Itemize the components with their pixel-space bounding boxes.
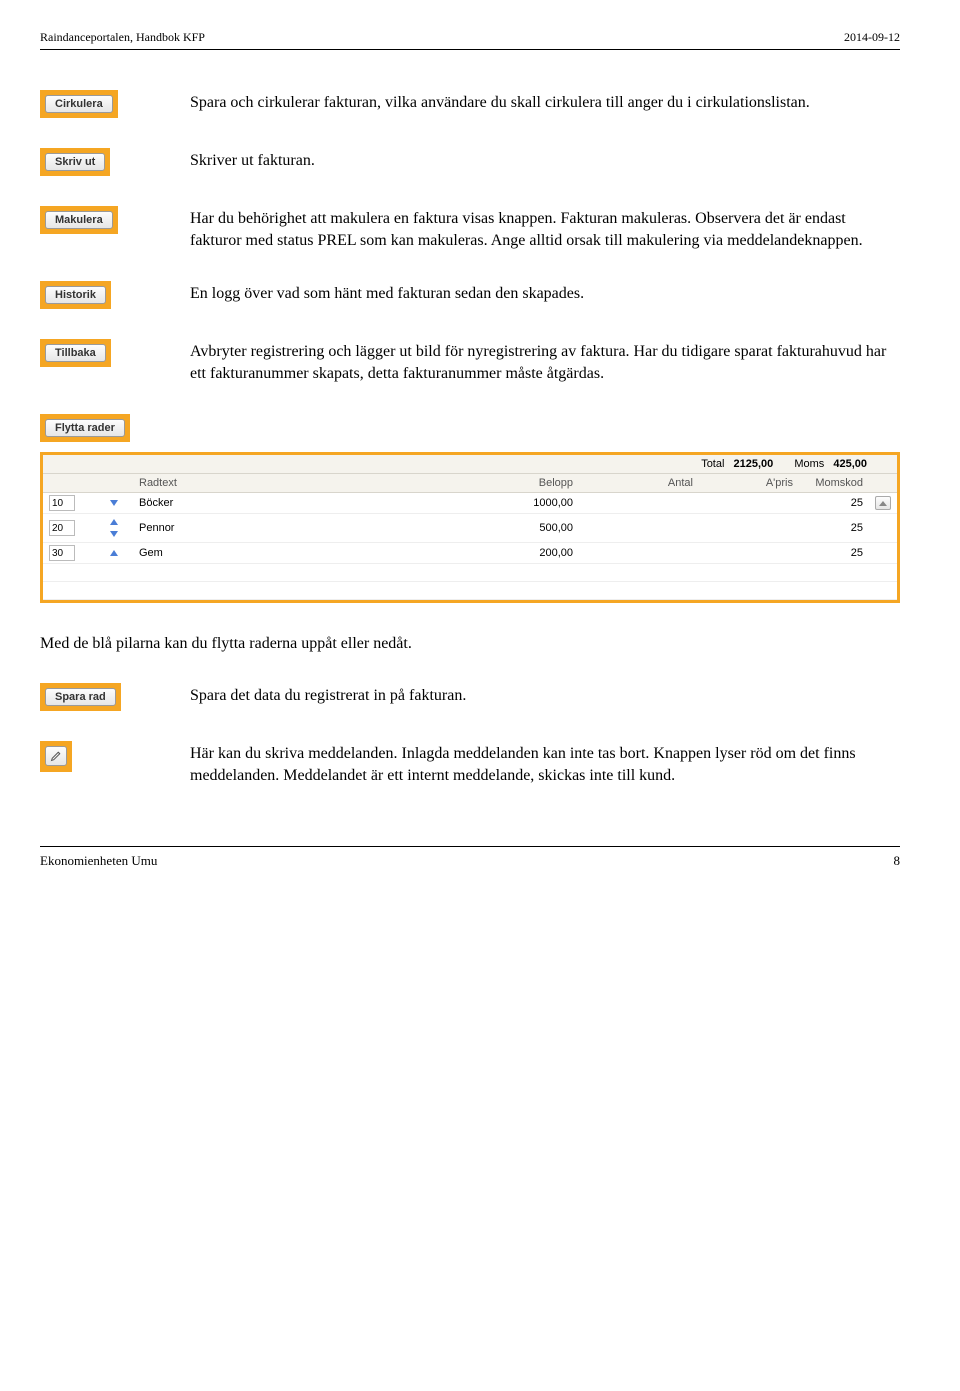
cell-radtext: Pennor [133, 514, 459, 543]
makulera-description: Har du behörighet att makulera en faktur… [190, 206, 900, 251]
cell-apris [699, 514, 799, 543]
header-right: 2014-09-12 [844, 30, 900, 45]
cell-moms: 25 [799, 514, 869, 543]
footer-left: Ekonomienheten Umu [40, 853, 157, 869]
skrivut-description: Skriver ut fakturan. [190, 148, 900, 172]
total-label: Total [701, 458, 724, 470]
cell-antal [579, 543, 699, 564]
row-number-input[interactable] [49, 545, 75, 561]
row-action-button[interactable] [875, 496, 891, 510]
rows-table: Radtext Belopp Antal A'pris Momskod B [43, 474, 897, 600]
body-text-arrows: Med de blå pilarna kan du flytta raderna… [40, 633, 900, 655]
makulera-button[interactable]: Makulera [45, 211, 113, 229]
table-row: Gem 200,00 25 [43, 543, 897, 564]
flytta-rader-button[interactable]: Flytta rader [45, 419, 125, 437]
moms-value: 425,00 [833, 458, 867, 470]
th-momskod: Momskod [799, 474, 869, 493]
skriv-ut-button[interactable]: Skriv ut [45, 153, 105, 171]
button-highlight-tillbaka: Tillbaka [40, 339, 111, 367]
rows-table-wrap: Total 2125,00 Moms 425,00 Radtext Belopp… [40, 452, 900, 603]
cell-apris [699, 543, 799, 564]
row-number-input[interactable] [49, 495, 75, 511]
tillbaka-button[interactable]: Tillbaka [45, 344, 106, 362]
caret-up-icon [879, 501, 887, 506]
tillbaka-description: Avbryter registrering och lägger ut bild… [190, 339, 900, 384]
arrow-up-icon[interactable] [110, 519, 118, 525]
table-row-empty [43, 564, 897, 582]
message-button[interactable] [45, 746, 67, 766]
arrow-up-icon[interactable] [110, 550, 118, 556]
cirkulera-button[interactable]: Cirkulera [45, 95, 113, 113]
page-number: 8 [894, 853, 901, 869]
button-highlight-message [40, 741, 72, 772]
cell-radtext: Böcker [133, 493, 459, 514]
button-highlight-skrivut: Skriv ut [40, 148, 110, 176]
button-highlight-makulera: Makulera [40, 206, 118, 234]
table-row: Böcker 1000,00 25 [43, 493, 897, 514]
cell-belopp: 1000,00 [459, 493, 579, 514]
footer-divider [40, 846, 900, 847]
historik-description: En logg över vad som hänt med fakturan s… [190, 281, 900, 305]
cell-moms: 25 [799, 493, 869, 514]
spararad-description: Spara det data du registrerat in på fakt… [190, 683, 900, 707]
button-highlight-cirkulera: Cirkulera [40, 90, 118, 118]
table-row-empty [43, 582, 897, 600]
button-highlight-historik: Historik [40, 281, 111, 309]
th-antal: Antal [579, 474, 699, 493]
cell-antal [579, 493, 699, 514]
cirkulera-description: Spara och cirkulerar fakturan, vilka anv… [190, 90, 900, 114]
header-left: Raindanceportalen, Handbok KFP [40, 30, 205, 45]
cell-belopp: 200,00 [459, 543, 579, 564]
pencil-icon [50, 750, 62, 762]
total-value: 2125,00 [734, 458, 774, 470]
cell-apris [699, 493, 799, 514]
arrow-down-icon[interactable] [110, 500, 118, 506]
historik-button[interactable]: Historik [45, 286, 106, 304]
message-description: Här kan du skriva meddelanden. Inlagda m… [190, 741, 900, 786]
row-number-input[interactable] [49, 520, 75, 536]
th-radtext: Radtext [133, 474, 459, 493]
table-totals: Total 2125,00 Moms 425,00 [43, 455, 897, 474]
table-row: Pennor 500,00 25 [43, 514, 897, 543]
cell-radtext: Gem [133, 543, 459, 564]
cell-belopp: 500,00 [459, 514, 579, 543]
spara-rad-button[interactable]: Spara rad [45, 688, 116, 706]
button-highlight-flytta: Flytta rader [40, 414, 130, 442]
th-belopp: Belopp [459, 474, 579, 493]
header-divider [40, 49, 900, 50]
moms-label: Moms [794, 458, 824, 470]
arrow-down-icon[interactable] [110, 531, 118, 537]
button-highlight-spararad: Spara rad [40, 683, 121, 711]
th-apris: A'pris [699, 474, 799, 493]
cell-moms: 25 [799, 543, 869, 564]
cell-antal [579, 514, 699, 543]
